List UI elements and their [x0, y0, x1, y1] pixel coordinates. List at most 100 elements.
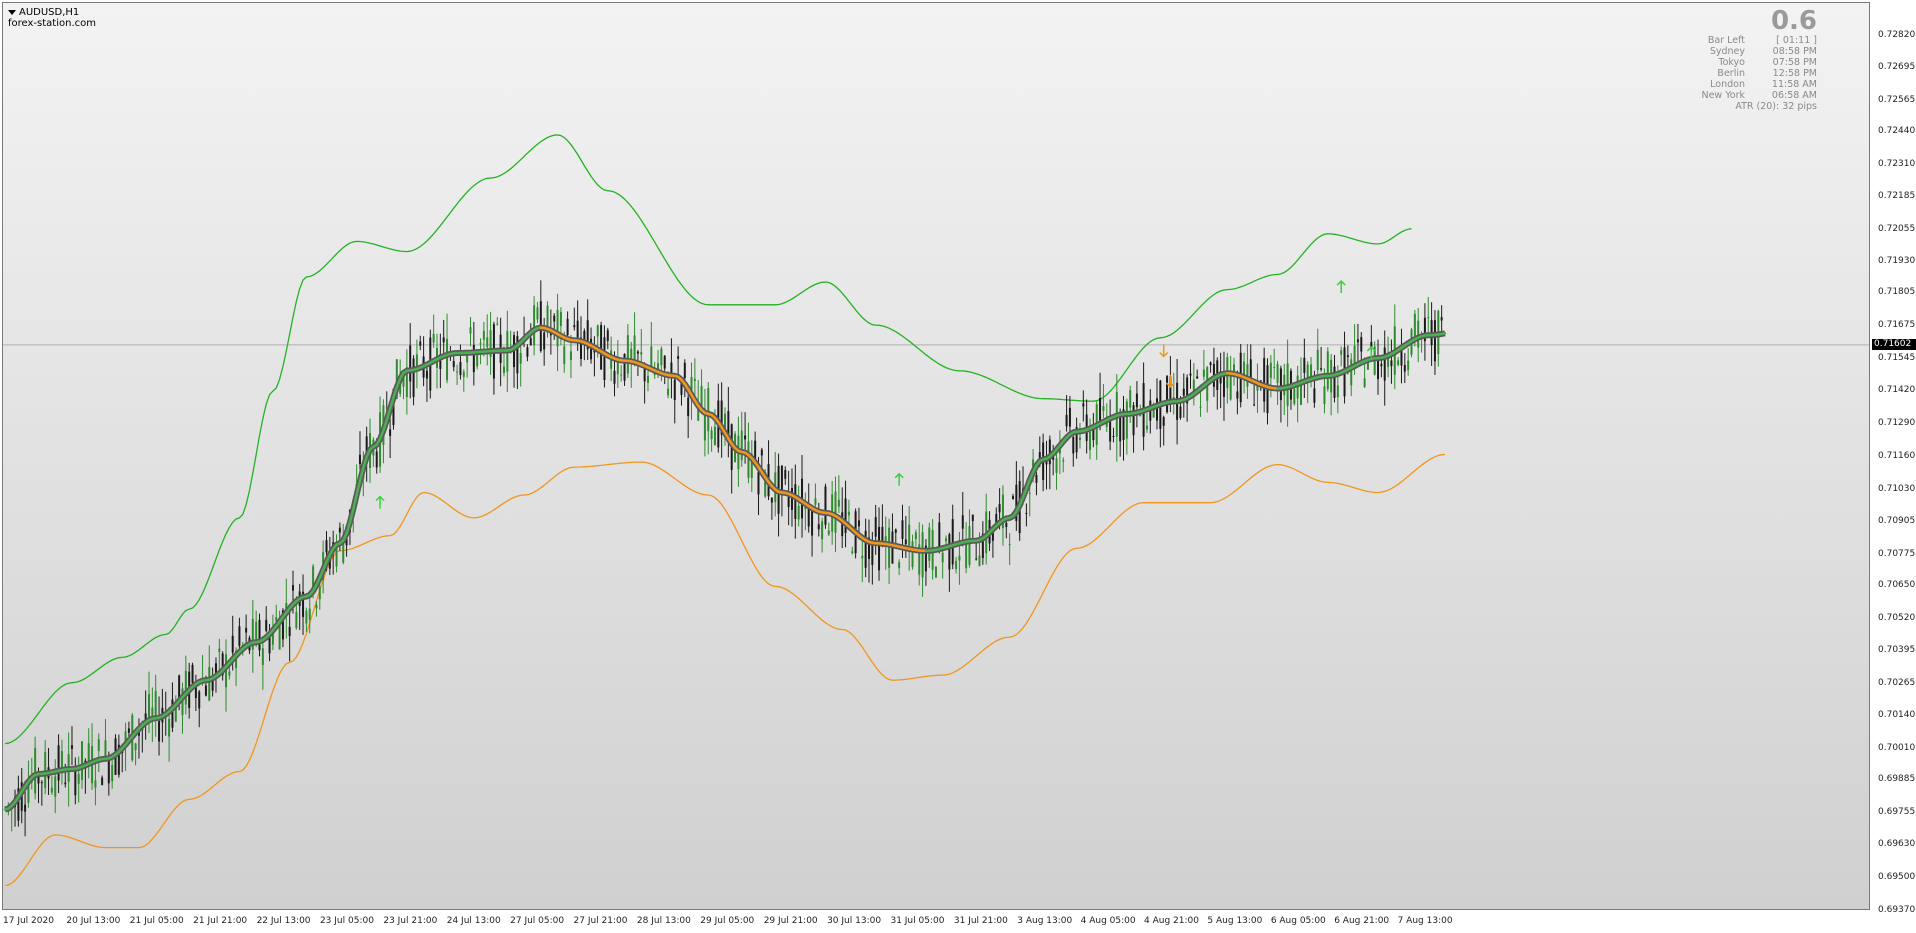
price-tick-label: 0.70905 — [1878, 515, 1916, 526]
candle-body — [97, 739, 100, 751]
time-tick-label: 24 Jul 13:00 — [446, 916, 501, 926]
candle-body — [533, 305, 536, 346]
candle-body — [814, 498, 817, 505]
candle-body — [566, 318, 569, 336]
time-tick-label: 21 Jul 05:00 — [129, 916, 184, 926]
candle-body — [442, 337, 445, 343]
candle-body — [817, 524, 820, 530]
candle-body — [1129, 390, 1132, 408]
price-tick-label: 0.69500 — [1878, 872, 1916, 883]
candle-body — [459, 361, 462, 376]
candle-body — [606, 330, 609, 342]
time-tick-label: 22 Jul 13:00 — [256, 916, 311, 926]
info-row-value: 08:58 PM — [1772, 46, 1817, 57]
candle-body — [1360, 337, 1363, 352]
candle-body — [184, 670, 187, 705]
candle-body — [908, 524, 911, 546]
price-chart[interactable] — [3, 3, 1870, 910]
candle-body — [104, 740, 107, 757]
candle-body — [1068, 407, 1071, 427]
time-tick-label: 7 Aug 13:00 — [1397, 916, 1453, 926]
candle-body — [1316, 349, 1319, 371]
candle-body — [158, 721, 161, 742]
candle-body — [1008, 544, 1011, 546]
candle-body — [1179, 406, 1182, 418]
candle-body — [288, 626, 291, 637]
price-tick-label: 0.70650 — [1878, 580, 1916, 591]
candle-body — [358, 454, 361, 465]
candle-body — [583, 331, 586, 341]
candle-body — [945, 538, 948, 542]
candle-body — [111, 764, 114, 782]
candle-body — [208, 666, 211, 701]
price-tick-label: 0.69755 — [1878, 807, 1916, 818]
candle-body — [784, 470, 787, 479]
info-row: Tokyo 07:58 PM — [1617, 57, 1817, 68]
candle-body — [24, 804, 27, 812]
candle-body — [975, 558, 978, 560]
candle-body — [948, 534, 951, 570]
price-tick-label: 0.69370 — [1878, 905, 1916, 915]
time-tick-label: 23 Jul 05:00 — [319, 916, 374, 926]
price-tick-label: 0.71805 — [1878, 287, 1916, 298]
candle-body — [231, 635, 234, 653]
info-row-value: 12:58 PM — [1772, 68, 1817, 79]
candle-body — [168, 718, 171, 737]
candle-body — [576, 320, 579, 341]
candle-body — [603, 337, 606, 381]
candle-body — [851, 551, 854, 554]
price-tick-label: 0.70265 — [1878, 678, 1916, 688]
price-tick-label: 0.71675 — [1878, 320, 1916, 331]
info-row-label: Sydney — [1709, 46, 1745, 57]
candle-body — [1390, 360, 1393, 367]
candle-body — [667, 388, 670, 396]
candle-body — [338, 527, 341, 533]
price-tick-label: 0.71420 — [1878, 385, 1916, 396]
candle-body — [636, 351, 639, 354]
candle-body — [70, 745, 73, 749]
chevron-down-icon[interactable] — [8, 10, 16, 15]
candle-body — [646, 375, 649, 383]
candle-body — [613, 370, 616, 384]
candle-body — [713, 426, 716, 446]
plot-area[interactable]: AUDUSD,H1 forex-station.com 0.6 Bar Left… — [2, 2, 1870, 910]
price-axis[interactable]: 0.72820 0.72695 0.72565 0.72440 0.72310 0.721… — [1870, 0, 1916, 933]
candle-body — [569, 351, 572, 361]
candle-body — [1427, 317, 1430, 319]
symbol-label: AUDUSD,H1 — [19, 7, 80, 18]
candle-body — [1166, 376, 1169, 413]
time-axis[interactable]: 17 Jul 2020 20 Jul 13:00 21 Jul 05:00 21 Ju… — [0, 910, 1870, 933]
candle-body — [40, 782, 43, 784]
candle-body — [650, 346, 653, 369]
candle-body — [325, 540, 328, 553]
candle-body — [965, 542, 968, 569]
candle-body — [1433, 320, 1436, 362]
price-tick-label: 0.70010 — [1878, 742, 1916, 753]
candle-body — [874, 517, 877, 537]
candle-body — [559, 311, 562, 326]
candle-body — [914, 532, 917, 540]
candle-body — [938, 522, 941, 549]
time-tick-label: 28 Jul 13:00 — [636, 916, 691, 926]
info-row: Sydney 08:58 PM — [1617, 46, 1817, 57]
price-tick-label: 0.71030 — [1878, 483, 1916, 494]
time-tick-label: 31 Jul 21:00 — [953, 916, 1008, 926]
candle-body — [1440, 317, 1443, 321]
candle-body — [941, 552, 944, 563]
candle-body — [1336, 385, 1339, 398]
candle-body — [1363, 378, 1366, 387]
candle-body — [1012, 496, 1014, 500]
candle-body — [218, 648, 221, 652]
candle-body — [961, 515, 964, 529]
candle-body — [1333, 366, 1336, 398]
candle-body — [1403, 364, 1406, 372]
symbol-header: AUDUSD,H1 forex-station.com — [8, 7, 96, 29]
info-row: Bar Left [ 01:11 ] — [1617, 35, 1817, 46]
candle-body — [502, 366, 505, 374]
candle-body — [1189, 373, 1192, 376]
candle-body — [1253, 404, 1256, 406]
candle-body — [1196, 376, 1199, 379]
atr-readout: ATR (20): 32 pips — [1735, 101, 1817, 112]
candle-body — [425, 370, 428, 379]
price-tick-label: 0.70775 — [1878, 548, 1916, 559]
